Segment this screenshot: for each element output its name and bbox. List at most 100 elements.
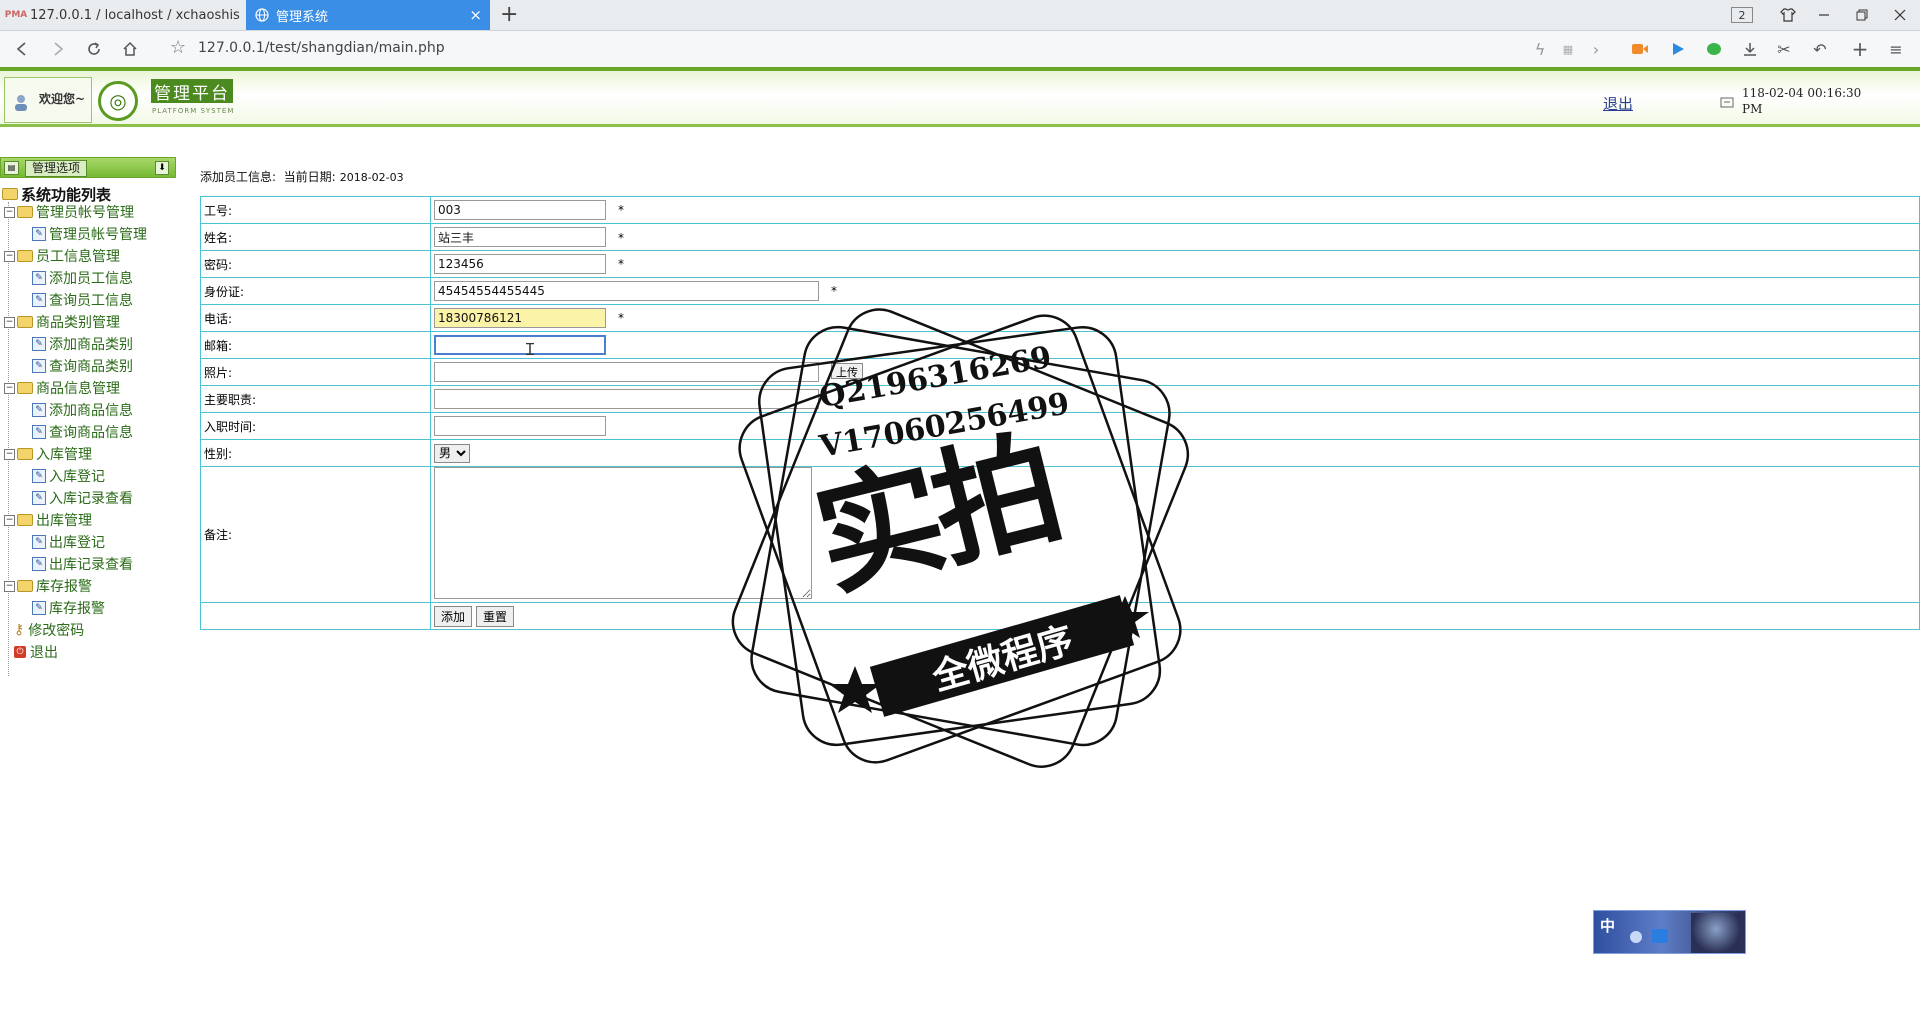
cell-gender: 男 <box>430 439 1920 467</box>
collapse-icon[interactable]: − <box>4 514 15 526</box>
app-header: 欢迎您~ ◎ 管理平台 PLATFORM SYSTEM 退出 118-02-04… <box>0 67 1920 127</box>
duty-input[interactable] <box>434 389 819 409</box>
ime-mode-label: 中 <box>1600 917 1616 935</box>
minimize-icon[interactable] <box>1810 4 1838 26</box>
collapse-icon[interactable]: − <box>4 250 15 262</box>
photo-input[interactable] <box>434 362 819 382</box>
sidebar-item-stock-out-register[interactable]: ✎ 出库登记 <box>32 532 105 552</box>
browser-tab-phpmyadmin[interactable]: PMA 127.0.0.1 / localhost / xchaoshishfx <box>0 0 246 30</box>
lightning-icon[interactable]: ϟ <box>1528 38 1552 60</box>
collapse-icon[interactable]: − <box>4 206 15 218</box>
tree-line <box>8 202 9 676</box>
chat-icon[interactable] <box>1702 38 1726 60</box>
reload-icon[interactable] <box>80 36 108 62</box>
home-icon[interactable] <box>116 36 144 62</box>
download-icon[interactable] <box>1738 38 1762 60</box>
name-input[interactable] <box>434 227 606 247</box>
group-label: 库存报警 <box>36 579 92 595</box>
emp-no-input[interactable] <box>434 200 606 220</box>
qr-icon[interactable]: ▦ <box>1556 38 1580 60</box>
form-row-phone: 电话: * <box>200 304 1920 332</box>
phpmyadmin-favicon-icon: PMA <box>4 10 28 20</box>
user-icon <box>13 94 29 112</box>
tree-group-stock-out[interactable]: − 出库管理 <box>4 510 92 530</box>
chevron-right-icon[interactable]: › <box>1584 38 1608 60</box>
required-mark: * <box>831 284 837 298</box>
window-count: 2 <box>1731 7 1753 23</box>
play-icon[interactable] <box>1666 38 1690 60</box>
form-row-name: 姓名: * <box>200 223 1920 251</box>
tree-group-stock-in[interactable]: − 入库管理 <box>4 444 92 464</box>
folder-open-icon <box>17 580 33 592</box>
sidebar-item-logout[interactable]: ⏻ 退出 <box>14 642 58 662</box>
sidebar-item-add-product[interactable]: ✎ 添加商品信息 <box>32 400 133 420</box>
folder-open-icon <box>17 316 33 328</box>
tree-group-stock-alarm[interactable]: − 库存报警 <box>4 576 92 596</box>
character-avatar-icon <box>1691 913 1741 953</box>
tree-group-employee-info[interactable]: − 员工信息管理 <box>4 246 120 266</box>
cell-email <box>430 331 1920 359</box>
password-input[interactable] <box>434 254 606 274</box>
forward-icon[interactable] <box>44 36 72 62</box>
shirt-skin-icon[interactable] <box>1774 4 1802 26</box>
plus-icon[interactable]: + <box>1848 37 1872 61</box>
video-icon[interactable] <box>1628 38 1652 60</box>
sidebar-item-add-category[interactable]: ✎ 添加商品类别 <box>32 334 133 354</box>
bookmark-star-icon[interactable]: ☆ <box>170 37 186 58</box>
header-logout-link[interactable]: 退出 <box>1603 93 1633 114</box>
collapse-icon[interactable]: − <box>4 580 15 592</box>
cell-phone: * <box>430 304 1920 332</box>
email-input[interactable] <box>434 335 606 355</box>
sidebar-item-stock-alarm[interactable]: ✎ 库存报警 <box>32 598 105 618</box>
item-label: 入库登记 <box>49 469 105 485</box>
undo-icon[interactable]: ↶ <box>1808 38 1832 60</box>
group-label: 出库管理 <box>36 513 92 529</box>
hire-date-input[interactable] <box>434 416 606 436</box>
collapse-icon[interactable]: − <box>4 448 15 460</box>
ime-badge[interactable]: 中 <box>1593 910 1746 954</box>
tree-group-admin-account[interactable]: − 管理员帐号管理 <box>4 202 134 222</box>
sidebar-item-change-password[interactable]: ⚷ 修改密码 <box>14 620 84 640</box>
phone-input[interactable] <box>434 308 606 328</box>
sidebar-item-query-product[interactable]: ✎ 查询商品信息 <box>32 422 133 442</box>
restore-icon[interactable] <box>1848 4 1876 26</box>
menu-icon[interactable]: ≡ <box>1884 38 1908 60</box>
collapse-arrow-icon[interactable]: ⬇ <box>155 161 169 175</box>
browser-tab-admin[interactable]: 管理系统 × <box>246 0 490 30</box>
edit-page-icon: ✎ <box>32 359 46 373</box>
item-label: 添加商品类别 <box>49 337 133 353</box>
reset-button[interactable]: 重置 <box>476 605 515 627</box>
window-close-icon[interactable] <box>1886 4 1914 26</box>
back-icon[interactable] <box>8 36 36 62</box>
moon-icon <box>1630 931 1642 943</box>
group-label: 管理员帐号管理 <box>36 205 134 221</box>
collapse-icon[interactable]: − <box>4 316 15 328</box>
sidebar-item-admin-account[interactable]: ✎ 管理员帐号管理 <box>32 224 147 244</box>
sidebar-item-add-employee[interactable]: ✎ 添加员工信息 <box>32 268 133 288</box>
form-row-id-card: 身份证: * <box>200 277 1920 305</box>
note-textarea[interactable] <box>434 467 812 599</box>
edit-page-icon: ✎ <box>32 469 46 483</box>
folder-open-icon <box>17 448 33 460</box>
sidebar-item-stock-in-records[interactable]: ✎ 入库记录查看 <box>32 488 133 508</box>
new-tab-button[interactable]: + <box>500 2 518 27</box>
url-text[interactable]: 127.0.0.1/test/shangdian/main.php <box>198 40 445 56</box>
key-icon: ⚷ <box>14 622 25 638</box>
label-name: 姓名: <box>200 223 431 251</box>
gender-select[interactable]: 男 <box>434 443 470 463</box>
sidebar-item-query-employee[interactable]: ✎ 查询员工信息 <box>32 290 133 310</box>
edit-page-icon: ✎ <box>32 271 46 285</box>
scissors-icon[interactable]: ✂ <box>1772 38 1796 60</box>
tree-group-category[interactable]: − 商品类别管理 <box>4 312 120 332</box>
id-card-input[interactable] <box>434 281 819 301</box>
collapse-icon[interactable]: − <box>4 382 15 394</box>
window-count-button[interactable]: 2 <box>1728 4 1756 26</box>
power-icon: ⏻ <box>14 646 26 658</box>
sidebar-item-stock-in-register[interactable]: ✎ 入库登记 <box>32 466 105 486</box>
cell-actions: 添加 重置 <box>430 602 1920 630</box>
sidebar-item-query-category[interactable]: ✎ 查询商品类别 <box>32 356 133 376</box>
sidebar-item-stock-out-records[interactable]: ✎ 出库记录查看 <box>32 554 133 574</box>
tree-group-product[interactable]: − 商品信息管理 <box>4 378 120 398</box>
close-tab-icon[interactable]: × <box>469 6 482 24</box>
add-button[interactable]: 添加 <box>434 605 473 627</box>
